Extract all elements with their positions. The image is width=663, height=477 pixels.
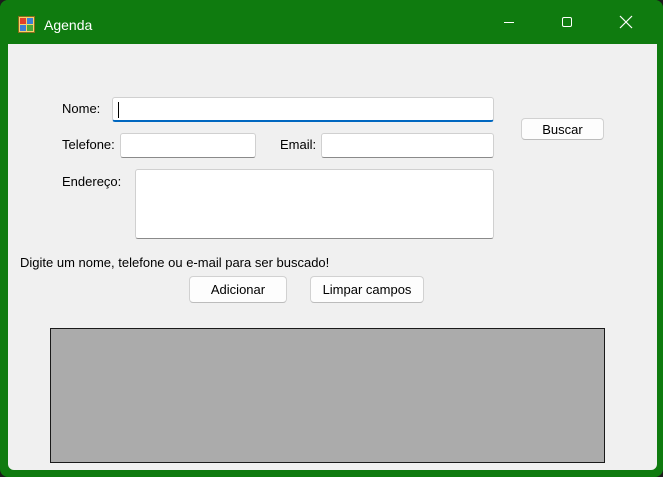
limpar-campos-button[interactable]: Limpar campos <box>310 276 424 303</box>
nome-input[interactable] <box>113 98 493 120</box>
maximize-icon <box>562 17 572 27</box>
email-label: Email: <box>280 137 317 152</box>
text-caret <box>118 102 119 118</box>
minimize-button[interactable] <box>480 0 538 44</box>
email-input[interactable] <box>322 134 493 157</box>
telefone-field[interactable] <box>120 133 256 158</box>
title-bar[interactable]: Agenda <box>0 0 663 44</box>
contacts-data-grid[interactable] <box>50 328 605 463</box>
endereco-label: Endereço: <box>62 174 122 189</box>
search-hint-text: Digite um nome, telefone ou e-mail para … <box>20 255 330 270</box>
endereco-input[interactable] <box>136 170 493 238</box>
nome-label: Nome: <box>62 101 101 116</box>
window-title: Agenda <box>44 17 93 33</box>
email-field[interactable] <box>321 133 494 158</box>
endereco-field[interactable] <box>135 169 494 239</box>
minimize-icon <box>504 22 514 23</box>
telefone-input[interactable] <box>121 134 255 157</box>
buscar-button[interactable]: Buscar <box>521 118 604 140</box>
form-client-area: Nome: Buscar Telefone: Email: Endereço: … <box>8 44 657 470</box>
nome-field[interactable] <box>112 97 494 122</box>
agenda-window: Agenda Nome: Buscar Telefone: Email: End… <box>0 0 663 477</box>
adicionar-button[interactable]: Adicionar <box>189 276 287 303</box>
maximize-button[interactable] <box>538 0 596 44</box>
telefone-label: Telefone: <box>62 137 115 152</box>
form-app-icon <box>18 16 35 33</box>
close-button[interactable] <box>597 0 655 44</box>
close-icon <box>619 15 633 29</box>
